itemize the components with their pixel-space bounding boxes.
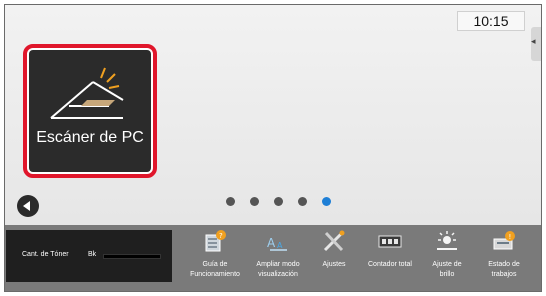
nav-label-line2: visualización [258,271,298,278]
tile-label: Escáner de PC [36,129,144,146]
toner-level-bar [103,254,161,259]
svg-text:?: ? [219,232,223,240]
home-screen: 10:15 ◂ Escáner de PC [5,5,541,225]
nav-zoom-display[interactable]: A A Ampliar modo visualización [249,224,307,286]
svg-text:A: A [267,236,276,250]
operation-guide-icon: ? [205,230,226,252]
page-dot[interactable] [274,197,283,206]
page-dot[interactable] [226,197,235,206]
nav-label-line1: Guía de [202,261,228,268]
collapse-arrow-icon: ◂ [531,36,536,46]
svg-text:A: A [277,241,283,250]
side-panel-handle[interactable]: ◂ [531,27,541,61]
nav-operation-guide[interactable]: ? Guía de Funcionamiento [186,224,244,286]
nav-job-status[interactable]: ! Estado de trabajos [475,224,533,286]
clock: 10:15 [457,11,525,31]
job-status-icon: ! [493,231,515,250]
toner-bk-label: Bk [88,251,97,258]
page-dot-active[interactable] [322,197,331,206]
zoom-display-icon: A A [267,236,287,251]
nav-label-line2: Funcionamiento [190,271,240,278]
nav-label-line2: trabajos [491,271,517,278]
pc-scanner-icon [50,67,124,119]
nav-settings[interactable]: Ajustes [305,224,363,286]
svg-text:!: ! [509,233,512,241]
nav-label-line1: Ajustes [322,261,346,268]
total-counter-icon [378,235,402,248]
nav-label-line1: Estado de [488,261,520,268]
pc-scanner-tile[interactable]: Escáner de PC [29,50,151,172]
settings-tools-icon [323,230,345,252]
back-arrow-button[interactable] [17,195,39,217]
nav-label-line1: Ampliar modo [256,261,300,268]
brightness-icon [437,231,457,250]
page-dot[interactable] [298,197,307,206]
toner-panel: Cant. de Tóner Bk [6,230,172,282]
nav-label-line2: brillo [439,271,455,278]
nav-label-line1: Ajuste de [432,261,462,268]
toner-label: Cant. de Tóner [22,251,69,258]
nav-brightness[interactable]: Ajuste de brillo [418,224,476,286]
nav-label-line1: Contador total [368,261,412,268]
page-dot[interactable] [250,197,259,206]
nav-total-counter[interactable]: Contador total [361,224,419,286]
